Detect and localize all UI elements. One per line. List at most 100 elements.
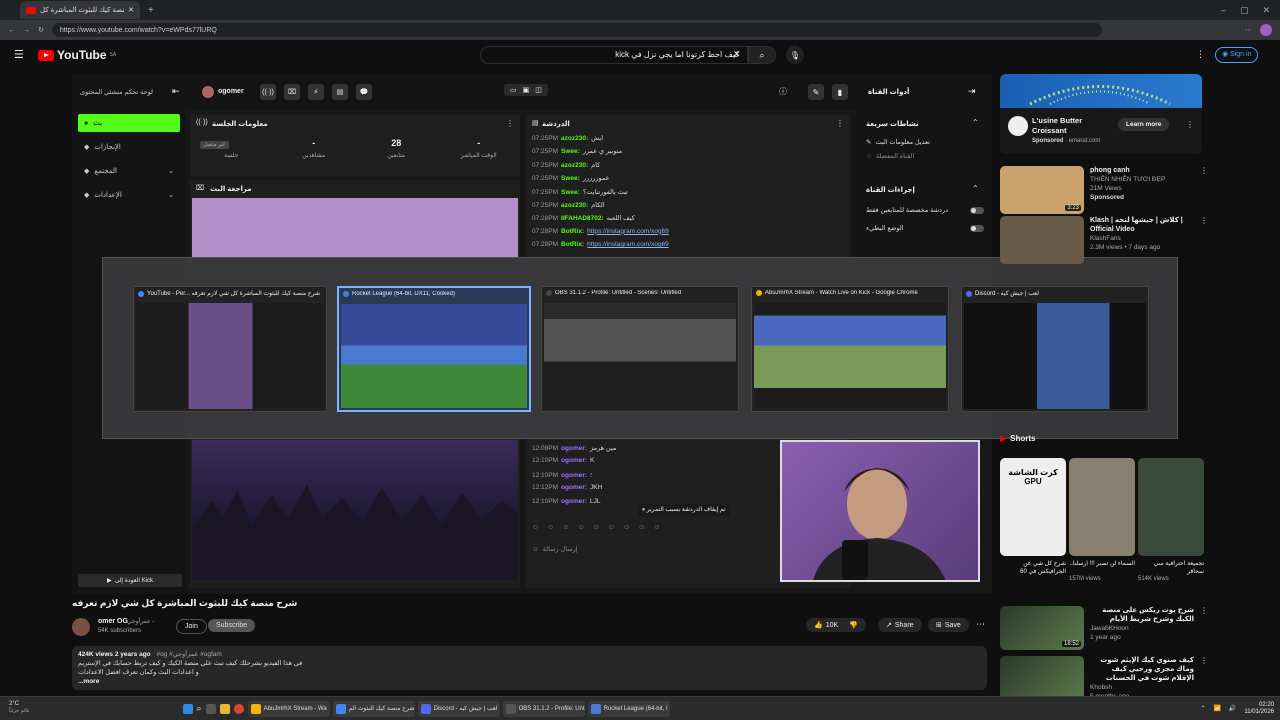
chat-username[interactable]: ogomer:: [561, 445, 587, 452]
short-card[interactable]: السماء لن تصبر !!! ارسلنا.. 157M views: [1069, 458, 1135, 582]
taskbar-app[interactable]: شرح منصة كيك للبثوث الم: [332, 700, 415, 717]
more-actions-icon[interactable]: ⋯: [976, 619, 985, 630]
channel-name[interactable]: omer OG: [98, 618, 128, 625]
sidebar-item-1[interactable]: ◆ الإنجازات: [78, 138, 180, 156]
video-card[interactable]: 3:23 phong canh THIÊN NHIÊN TƯƠI ĐẸP 21M Vi…: [1000, 166, 1210, 214]
video-menu-icon[interactable]: ⋮: [1200, 656, 1208, 701]
hashtags[interactable]: #og #عمرأوجي #ogfam: [156, 651, 221, 658]
short-card[interactable]: تجميعة احترافية سي سحاقر 514K views: [1138, 458, 1204, 582]
menu-icon[interactable]: ☰: [14, 48, 24, 61]
emote-icon[interactable]: ☺: [653, 524, 660, 531]
emote-icon[interactable]: ☺: [577, 524, 584, 531]
learn-more-button[interactable]: Learn more: [1118, 118, 1170, 131]
flash-tool-icon[interactable]: ⚡: [308, 84, 324, 100]
forward-icon[interactable]: →: [23, 27, 30, 34]
taskbar-app[interactable]: OBS 31.1.2 - Profile: Untit: [502, 700, 585, 717]
emote-icon[interactable]: ☺: [623, 524, 630, 531]
clock[interactable]: 02:20 11/01/2026: [1244, 702, 1274, 716]
layout-3-icon[interactable]: ◫: [535, 86, 542, 94]
channel-actions-chevron-icon[interactable]: ⌃: [972, 184, 979, 193]
switcher-window[interactable]: AbuJmrhX Stream - Watch Live on Kick - G…: [751, 286, 949, 412]
chat-username[interactable]: azoz230:: [561, 135, 588, 142]
url-field[interactable]: https://www.youtube.com/watch?v=eWPds77l…: [51, 23, 1102, 37]
chat-link[interactable]: https://instagram.com/xog69: [587, 241, 669, 248]
close-tab-icon[interactable]: ✕: [128, 6, 134, 14]
file-explorer-icon[interactable]: [219, 703, 230, 714]
video-card[interactable]: Klash | كلاش | جيشها لتحه | Official Vid…: [1000, 216, 1210, 264]
profile-avatar[interactable]: [1260, 24, 1272, 36]
quick-actions-chevron-icon[interactable]: ⌃: [972, 118, 979, 127]
emote-icon[interactable]: ☺: [593, 524, 600, 531]
emote-icon[interactable]: ☺: [532, 524, 539, 531]
emote-icon[interactable]: ☺: [562, 524, 569, 531]
thumbs-down-icon[interactable]: 👎: [849, 621, 858, 629]
taskbar-app[interactable]: AbuJmrhX Stream - Wa: [247, 700, 330, 717]
sidebar-item-3[interactable]: ◆ الإعدادات ⌄: [78, 186, 180, 204]
video-menu-icon[interactable]: ⋮: [1200, 606, 1208, 650]
quick-action-item[interactable]: ☆ القناة المفضلة: [866, 152, 930, 160]
edit-icon[interactable]: ✎: [808, 84, 824, 100]
description-box[interactable]: 424K views 2 years ago #og #عمرأوجي #ogf…: [72, 646, 987, 690]
back-icon[interactable]: ←: [8, 27, 15, 34]
chat-username[interactable]: BotRix:: [561, 228, 584, 235]
panel-toggle-icon[interactable]: ▮: [832, 84, 848, 100]
chat-username[interactable]: azoz230:: [561, 162, 588, 169]
new-tab-icon[interactable]: +: [148, 5, 154, 16]
browser-tab[interactable]: شرح منصة كيك للبثوث المباشرة كل ... ✕: [20, 1, 140, 19]
voice-search-button[interactable]: 🎙: [786, 46, 804, 64]
show-more-link[interactable]: ...more: [78, 677, 981, 686]
youtube-logo[interactable]: YouTube SA: [38, 48, 116, 62]
channel-action-item[interactable]: الوضع البطيء: [866, 224, 984, 232]
like-button[interactable]: 👍 10K 👎: [806, 618, 866, 632]
chat-input[interactable]: ☺ إرسال رسالة: [532, 542, 772, 556]
chat-menu-icon[interactable]: ⋮: [836, 119, 844, 128]
ad-menu-icon[interactable]: ⋮: [1186, 120, 1194, 129]
session-menu-icon[interactable]: ⋮: [506, 119, 514, 128]
search-input[interactable]: كيف احط كرتونا اما يجي نزل في kick: [480, 46, 748, 64]
notes-tool-icon[interactable]: ▤: [332, 84, 348, 100]
extensions-icon[interactable]: ⋯: [1245, 26, 1252, 34]
sidebar-item-0[interactable]: ● بث: [78, 114, 180, 132]
back-to-kick-button[interactable]: ▶ العودة إلى Kick: [78, 574, 182, 587]
channel-action-item[interactable]: دردشة مخصصة للمتابعين فقط: [866, 206, 984, 214]
chat-username[interactable]: BotRix:: [561, 241, 584, 248]
chat-tool-icon[interactable]: 💬: [356, 84, 372, 100]
tools-collapse-icon[interactable]: ⇥: [968, 86, 976, 97]
collapse-icon[interactable]: ⇤: [172, 86, 180, 97]
switcher-window[interactable]: Discord - لعب | جيش كيه: [961, 286, 1149, 412]
switcher-window[interactable]: OBS 31.1.2 - Profile: Untitled - Scenes:…: [541, 286, 739, 412]
emoji-picker-icon[interactable]: ☺: [532, 546, 539, 553]
taskbar-app[interactable]: Discord - لعب | جيش كيه: [417, 700, 500, 717]
taskbar-search-icon[interactable]: ⌕: [197, 703, 202, 714]
taskbar-app[interactable]: Rocket League (64-bit, I: [587, 700, 670, 717]
search-button[interactable]: ⌕: [748, 46, 776, 64]
reload-icon[interactable]: ↻: [38, 26, 44, 34]
chat-username[interactable]: Swee:: [561, 189, 580, 196]
weather-widget[interactable]: 2°C غائم جزئياً: [6, 701, 33, 717]
broadcast-tool-icon[interactable]: ((·)): [260, 84, 276, 100]
close-window-icon[interactable]: ✕: [1262, 5, 1270, 16]
chat-username[interactable]: azoz230:: [561, 202, 588, 209]
minimize-icon[interactable]: –: [1221, 5, 1226, 16]
chat-username[interactable]: Swee:: [561, 148, 580, 155]
sidebar-item-2[interactable]: ◆ المجتمع ⌄: [78, 162, 180, 180]
windows-start-icon[interactable]: [182, 703, 193, 714]
quick-action-item[interactable]: ✎ تعديل معلومات البث: [866, 138, 930, 146]
switcher-window[interactable]: Rocket League (64-bit, DX11, Cooked): [337, 286, 531, 412]
chrome-icon[interactable]: [233, 703, 244, 714]
channel-avatar-small[interactable]: [72, 618, 90, 636]
share-button[interactable]: ↗ Share: [878, 618, 922, 632]
emote-icon[interactable]: ☺: [608, 524, 615, 531]
emote-icon[interactable]: ☺: [638, 524, 645, 531]
maximize-icon[interactable]: ▢: [1240, 5, 1249, 16]
task-view-icon[interactable]: [205, 703, 216, 714]
stream-preview-lower[interactable]: [192, 440, 518, 580]
layout-2-icon[interactable]: ▣: [523, 86, 530, 94]
wifi-icon[interactable]: 📶: [1213, 705, 1220, 712]
video-menu-icon[interactable]: ⋮: [1200, 166, 1208, 214]
subscribe-button[interactable]: Subscribe: [208, 619, 256, 632]
join-button[interactable]: Join: [176, 619, 207, 634]
chat-username[interactable]: ogomer:: [561, 472, 587, 479]
stream-preview[interactable]: [192, 198, 518, 258]
volume-icon[interactable]: 🔊: [1229, 705, 1236, 712]
